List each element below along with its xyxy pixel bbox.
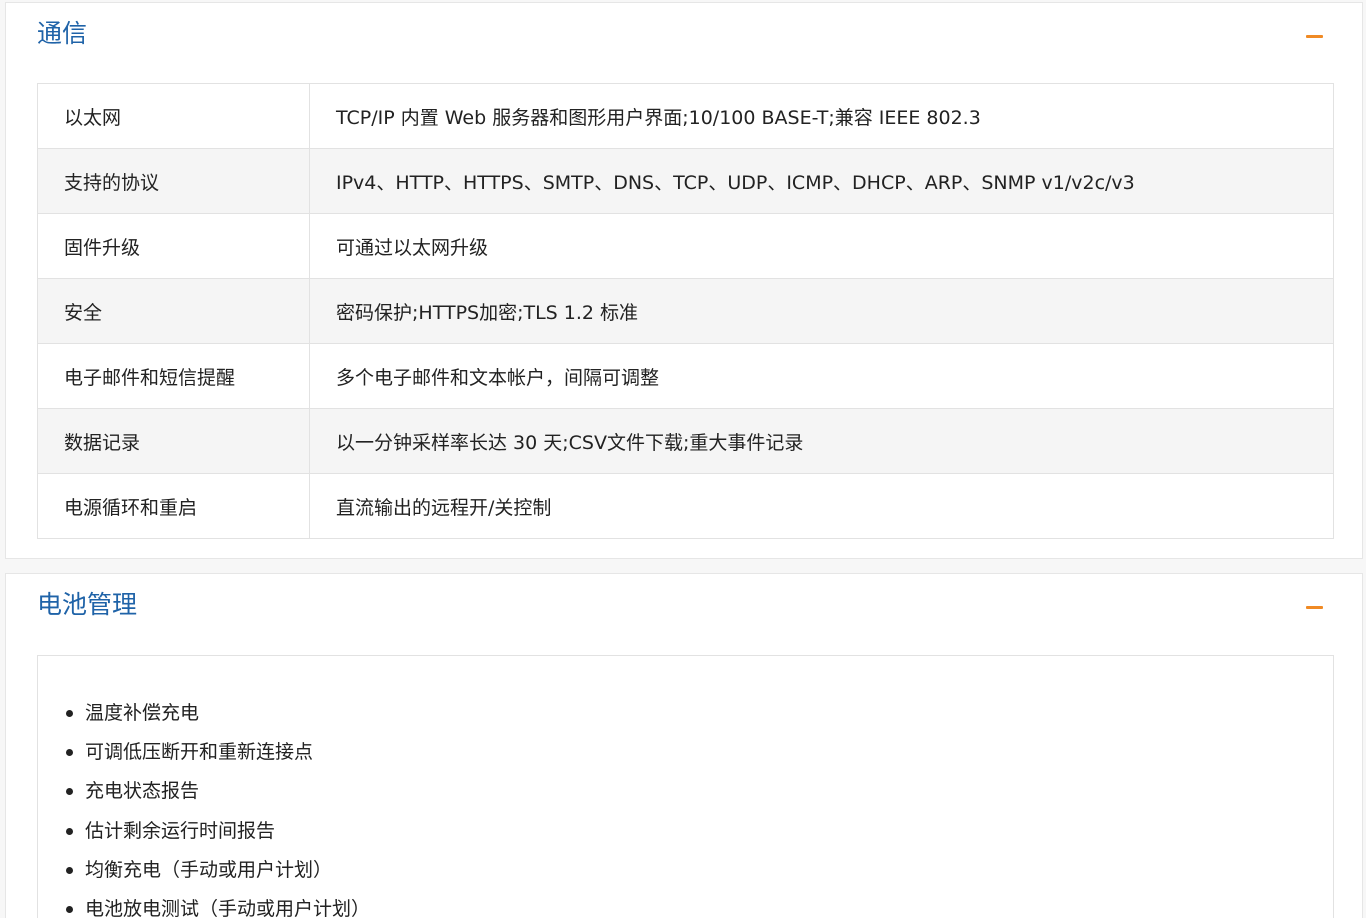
bullet-icon: [66, 906, 73, 914]
spec-value: 以一分钟采样率长达 30 天;CSV文件下载;重大事件记录: [309, 408, 1334, 474]
communication-collapse-button[interactable]: [1304, 31, 1326, 45]
battery-panel-header[interactable]: 电池管理: [6, 574, 1362, 640]
list-item-text: 温度补偿充电: [85, 702, 200, 724]
communication-panel: 通信 以太网 TCP/IP 内置 Web 服务器和图形用户界面;10/100 B…: [5, 2, 1363, 559]
spec-label: 数据记录: [37, 408, 310, 474]
list-item: 均衡充电（手动或用户计划）: [64, 851, 370, 890]
battery-feature-list: 温度补偿充电 可调低压断开和重新连接点 充电状态报告 估计剩余运行时间报告 均衡…: [64, 694, 370, 918]
spec-value: 多个电子邮件和文本帐户，间隔可调整: [309, 343, 1334, 409]
battery-feature-box: 温度补偿充电 可调低压断开和重新连接点 充电状态报告 估计剩余运行时间报告 均衡…: [37, 655, 1334, 918]
communication-spec-table: 以太网 TCP/IP 内置 Web 服务器和图形用户界面;10/100 BASE…: [37, 83, 1334, 539]
list-item: 电池放电测试（手动或用户计划）: [64, 890, 370, 918]
list-item-text: 电池放电测试（手动或用户计划）: [85, 898, 371, 918]
spec-value: 直流输出的远程开/关控制: [336, 496, 552, 519]
minus-icon: [1306, 606, 1323, 609]
list-item: 估计剩余运行时间报告: [64, 812, 370, 851]
table-row: 安全 密码保护;HTTPS加密;TLS 1.2 标准: [37, 278, 1334, 344]
spec-value: TCP/IP 内置 Web 服务器和图形用户界面;10/100 BASE-T;兼…: [309, 83, 1334, 149]
communication-title: 通信: [37, 19, 88, 48]
communication-panel-header[interactable]: 通信: [6, 3, 1362, 69]
list-item-text: 估计剩余运行时间报告: [85, 819, 276, 842]
bullet-icon: [66, 866, 73, 874]
bullet-icon: [66, 710, 73, 717]
minus-icon: [1306, 35, 1323, 38]
spec-label: 固件升级: [37, 213, 310, 279]
bullet-icon: [66, 788, 73, 796]
battery-collapse-button[interactable]: [1304, 602, 1326, 616]
spec-value: 密码保护;HTTPS加密;TLS 1.2 标准: [309, 278, 1334, 344]
bullet-icon: [66, 827, 73, 835]
list-item-text: 可调低压断开和重新连接点: [85, 741, 314, 764]
list-item-text: 均衡充电（手动或用户计划）: [85, 858, 333, 881]
list-item-text: 充电状态报告: [85, 780, 200, 803]
list-item: 温度补偿充电: [64, 694, 370, 733]
table-row: 以太网 TCP/IP 内置 Web 服务器和图形用户界面;10/100 BASE…: [37, 83, 1334, 149]
bullet-icon: [66, 749, 73, 757]
spec-label: 电源循环和重启: [37, 473, 310, 539]
table-row: 电子邮件和短信提醒 多个电子邮件和文本帐户，间隔可调整: [37, 343, 1334, 409]
battery-panel: 电池管理 温度补偿充电 可调低压断开和重新连接点 充电状态报告 估计剩余运行时间…: [5, 573, 1363, 918]
list-item: 可调低压断开和重新连接点: [64, 733, 370, 772]
spec-label: 支持的协议: [37, 148, 310, 214]
spec-label: 安全: [37, 278, 310, 344]
spec-value: 可通过以太网升级: [309, 213, 1334, 279]
list-item: 充电状态报告: [64, 772, 370, 811]
table-row: 固件升级 可通过以太网升级: [37, 213, 1334, 279]
spec-value: IPv4、HTTP、HTTPS、SMTP、DNS、TCP、UDP、ICMP、DH…: [309, 148, 1334, 214]
battery-title: 电池管理: [37, 590, 138, 619]
table-row: 数据记录 以一分钟采样率长达 30 天;CSV文件下载;重大事件记录: [37, 408, 1334, 474]
page: 通信 以太网 TCP/IP 内置 Web 服务器和图形用户界面;10/100 B…: [0, 0, 1366, 918]
table-row: 支持的协议 IPv4、HTTP、HTTPS、SMTP、DNS、TCP、UDP、I…: [37, 148, 1334, 214]
spec-label: 以太网: [37, 83, 310, 149]
table-row: 电源循环和重启 直流输出的远程开/关控制: [37, 473, 1334, 539]
spec-label: 电子邮件和短信提醒: [37, 343, 310, 409]
